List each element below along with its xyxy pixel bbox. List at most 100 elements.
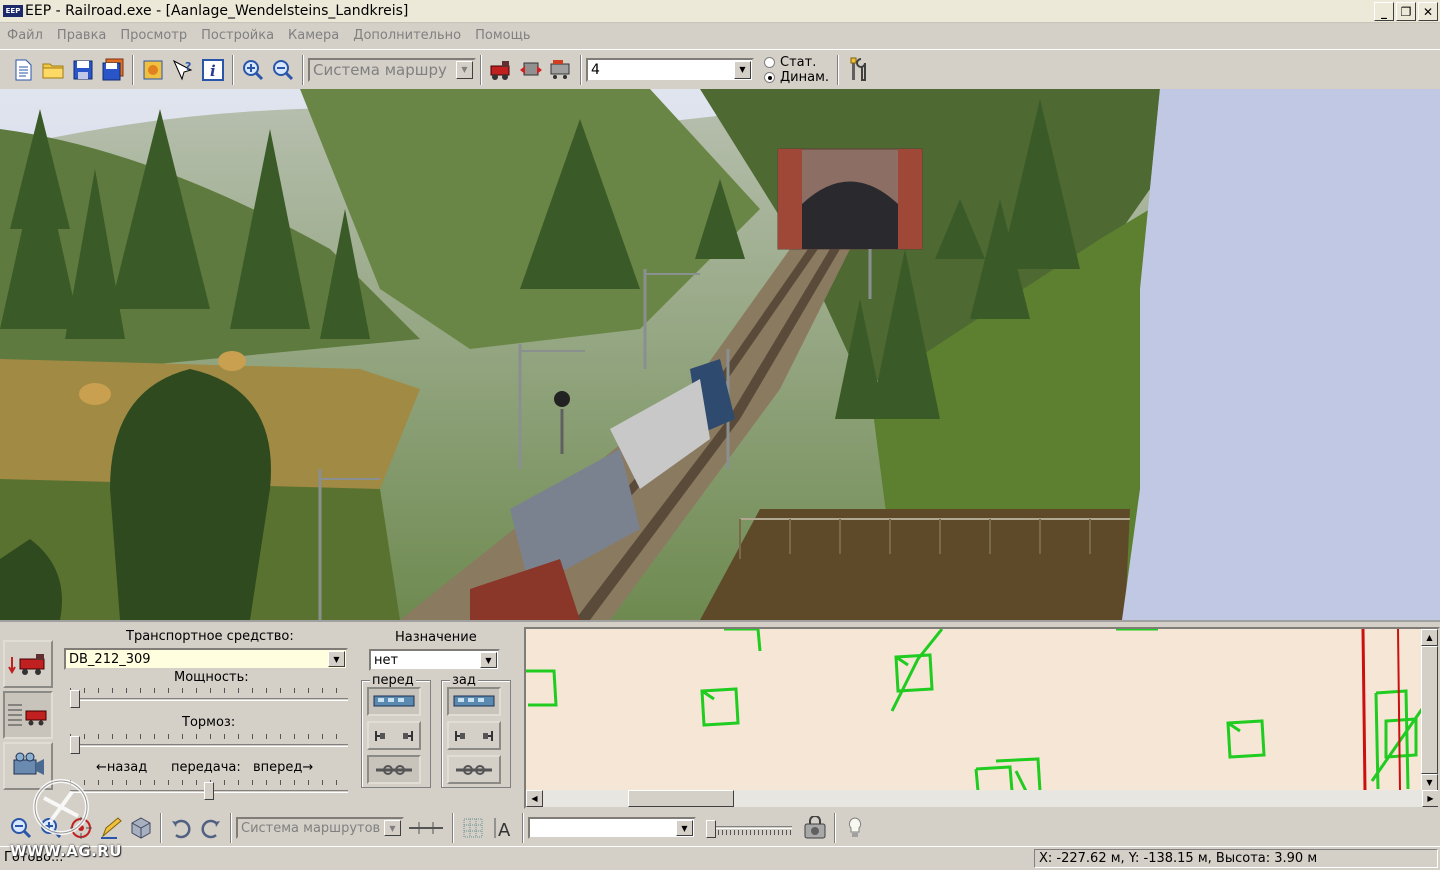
power-label: Мощность: (174, 670, 249, 685)
brake-slider[interactable] (70, 734, 348, 754)
menu-camera[interactable]: Камера (281, 28, 346, 43)
locomotive-button[interactable] (486, 55, 516, 85)
text-icon: A (494, 818, 511, 840)
object-button[interactable] (126, 813, 156, 843)
minimize-button[interactable]: _ (1374, 2, 1394, 21)
lighting-button[interactable] (840, 813, 870, 843)
scroll-right-button[interactable]: ▶ (1422, 790, 1438, 807)
help-pointer-button[interactable]: ? (168, 55, 198, 85)
floppy-multi-icon (102, 58, 124, 80)
front-hook-button[interactable] (367, 755, 421, 784)
watermark-text: WWW.AG.RU (10, 842, 122, 860)
chevron-down-icon[interactable]: ▼ (384, 820, 401, 836)
track-map[interactable]: ▲ ▼ ◀ ▶ (524, 627, 1440, 809)
radio-dynamic-dot[interactable] (764, 71, 775, 83)
landscape-button[interactable] (138, 55, 168, 85)
railway-scene (0, 89, 1440, 620)
gear-slider-thumb[interactable] (204, 782, 214, 800)
rear-coupler-button[interactable] (447, 721, 501, 750)
redo-icon (201, 819, 220, 839)
front-couple-button[interactable] (367, 687, 421, 716)
forward-label: вперед→ (253, 760, 314, 775)
settings-tools-button[interactable] (843, 55, 873, 85)
save-as-button[interactable] (98, 55, 128, 85)
wagon-arrows-icon (520, 62, 542, 75)
undo-button[interactable] (166, 813, 196, 843)
radio-static[interactable]: Стат. (764, 55, 829, 70)
menu-build[interactable]: Постройка (194, 28, 281, 43)
rear-couple-button[interactable] (447, 687, 501, 716)
chevron-down-icon[interactable]: ▼ (676, 820, 693, 836)
layer-select[interactable]: ▼ (528, 817, 696, 839)
wagon-button[interactable] (516, 55, 546, 85)
power-slider-thumb[interactable] (70, 690, 80, 708)
vehicle-mode-button[interactable] (3, 640, 53, 688)
signal-tool-button[interactable] (546, 55, 576, 85)
menu-extras[interactable]: Дополнительно (346, 28, 468, 43)
scene-viewport[interactable] (0, 89, 1440, 620)
zoom-out-button[interactable] (268, 55, 298, 85)
menu-edit[interactable]: Правка (50, 28, 113, 43)
opacity-slider-thumb[interactable] (706, 820, 716, 838)
screenshot-button[interactable] (800, 813, 830, 843)
svg-text:?: ? (185, 60, 191, 73)
camera-mode-group: Стат. Динам. (764, 55, 829, 85)
destination-select[interactable]: нет ▼ (369, 649, 500, 671)
track-split-button[interactable] (404, 813, 448, 843)
map-vertical-scrollbar[interactable]: ▲ ▼ (1421, 629, 1438, 791)
mode-buttons (3, 640, 53, 793)
toolbar-separator (522, 813, 524, 843)
brake-slider-track (70, 744, 348, 747)
close-button[interactable]: ✕ (1418, 2, 1438, 21)
menu-help[interactable]: Помощь (468, 28, 537, 43)
scroll-left-button[interactable]: ◀ (526, 790, 543, 807)
chevron-down-icon[interactable]: ▼ (480, 652, 497, 668)
scroll-up-button[interactable]: ▲ (1421, 629, 1438, 646)
restore-button[interactable]: ❐ (1396, 2, 1416, 21)
scroll-down-button[interactable]: ▼ (1421, 774, 1438, 791)
brake-slider-thumb[interactable] (70, 736, 80, 754)
radio-dynamic-label: Динам. (780, 69, 830, 85)
toolbar-separator (480, 54, 482, 85)
chevron-down-icon[interactable]: ▼ (734, 60, 751, 79)
text-tool-button[interactable]: A (488, 813, 518, 843)
power-slider[interactable] (70, 688, 348, 708)
vehicle-label: Транспортное средство: (126, 629, 294, 644)
zoom-in-icon (243, 59, 264, 80)
front-group-label: перед (370, 673, 416, 688)
coupler-icon (375, 730, 413, 741)
coordinates-readout: X: -227.62 м, Y: -138.15 м, Высота: 3.90… (1034, 849, 1438, 868)
rear-hook-button[interactable] (447, 755, 501, 784)
gear-slider[interactable] (70, 780, 348, 800)
map-horizontal-scrollbar[interactable]: ◀ ▶ (526, 790, 1438, 807)
grid-button[interactable] (458, 813, 488, 843)
vertical-scroll-thumb[interactable] (1421, 646, 1438, 774)
route-system-select[interactable]: Система маршру ▼ (308, 57, 476, 82)
chevron-down-icon[interactable]: ▼ (456, 60, 473, 79)
menu-view[interactable]: Просмотр (113, 28, 194, 43)
opacity-slider[interactable] (706, 818, 792, 838)
new-file-button[interactable] (8, 55, 38, 85)
info-button[interactable]: i (198, 55, 228, 85)
front-coupler-button[interactable] (367, 721, 421, 750)
radio-dynamic[interactable]: Динам. (764, 70, 829, 85)
bottom-route-system-select[interactable]: Система маршрутов ▼ (236, 817, 404, 839)
locomotive-icon (490, 60, 510, 80)
zoom-in-button[interactable] (238, 55, 268, 85)
menu-bar: Файл Правка Просмотр Постройка Камера До… (0, 23, 1440, 47)
horizontal-scroll-thumb[interactable] (628, 790, 734, 807)
edit-button[interactable] (96, 813, 126, 843)
locomotive-arrow-icon (8, 654, 45, 675)
open-folder-button[interactable] (38, 55, 68, 85)
toolbar-separator (232, 54, 234, 85)
radio-static-dot[interactable] (764, 56, 775, 68)
redo-button[interactable] (196, 813, 226, 843)
camera-number-select[interactable]: 4 ▼ (586, 57, 754, 82)
chevron-down-icon[interactable]: ▼ (328, 651, 345, 667)
route-system-value: Система маршру (313, 60, 447, 79)
vehicle-select[interactable]: DB_212_309 ▼ (64, 648, 348, 670)
wagon-icon (453, 695, 495, 706)
train-list-button[interactable] (3, 691, 53, 739)
menu-file[interactable]: Файл (0, 28, 50, 43)
save-button[interactable] (68, 55, 98, 85)
